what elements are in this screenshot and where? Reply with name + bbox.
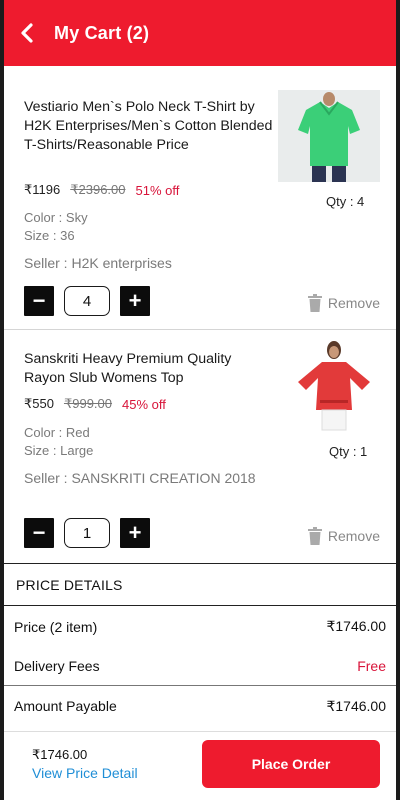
increment-button[interactable]: + [120,286,150,316]
decrement-button[interactable]: − [24,518,54,548]
price-details-heading: PRICE DETAILS [4,565,396,606]
product-price: ₹1196 [24,182,61,197]
decrement-button[interactable]: − [24,286,54,316]
red-womens-top-image[interactable] [292,338,376,439]
delivery-value: Free [357,657,386,674]
product-mrp: ₹2396.00 [70,182,126,197]
checkout-footer: ₹1746.00 View Price Detail Place Order [4,731,396,800]
trash-icon [307,294,322,312]
delivery-row: Delivery Fees Free [4,646,396,686]
product-seller: Seller : SANSKRITI CREATION 2018 [24,470,256,486]
quantity-input[interactable]: 4 [64,286,110,316]
product-seller: Seller : H2K enterprises [24,255,172,271]
place-order-button[interactable]: Place Order [202,740,380,788]
amount-payable-label: Amount Payable [14,698,117,714]
footer-total: ₹1746.00 [32,747,88,762]
qty-label: Qty : 4 [326,194,365,209]
quantity-stepper: − 1 + [24,518,150,548]
product-title[interactable]: Sanskriti Heavy Premium Quality Rayon Sl… [24,350,274,388]
amount-payable-row: Amount Payable ₹1746.00 [4,686,396,726]
increment-button[interactable]: + [120,518,150,548]
back-arrow-icon[interactable] [16,22,38,44]
product-color: Color : Sky [24,210,88,225]
qty-label: Qty : 1 [329,444,368,459]
price-value: ₹1746.00 [326,618,386,634]
cart-item: Sanskriti Heavy Premium Quality Rayon Sl… [4,330,396,564]
view-price-detail-link[interactable]: View Price Detail [32,765,138,781]
product-title[interactable]: Vestiario Men`s Polo Neck T-Shirt by H2K… [24,98,274,155]
remove-label: Remove [327,295,380,311]
price-row: ₹550 ₹999.00 45% off [24,396,166,412]
price-details-title: PRICE DETAILS [16,577,123,593]
remove-label: Remove [327,528,380,544]
product-mrp: ₹999.00 [63,396,113,411]
price-row-item: Price (2 item) ₹1746.00 [4,607,396,646]
green-polo-tshirt-image[interactable] [278,90,380,187]
quantity-stepper: − 4 + [24,286,150,316]
app-header: My Cart (2) [0,0,400,66]
discount-badge: 45% off [122,396,166,412]
product-price: ₹550 [24,396,54,411]
cart-item: Vestiario Men`s Polo Neck T-Shirt by H2K… [4,66,396,330]
product-size: Size : 36 [24,228,75,243]
delivery-label: Delivery Fees [14,657,100,674]
price-row: ₹1196 ₹2396.00 51% off [24,182,179,198]
remove-button[interactable]: Remove [307,527,380,545]
quantity-input[interactable]: 1 [64,518,110,548]
product-color: Color : Red [24,425,90,440]
amount-payable-value: ₹1746.00 [326,697,386,714]
product-size: Size : Large [24,443,94,458]
trash-icon [307,527,322,545]
remove-button[interactable]: Remove [307,294,380,312]
price-label: Price (2 item) [14,618,98,635]
discount-badge: 51% off [135,182,180,198]
page-title: My Cart (2) [54,22,150,43]
